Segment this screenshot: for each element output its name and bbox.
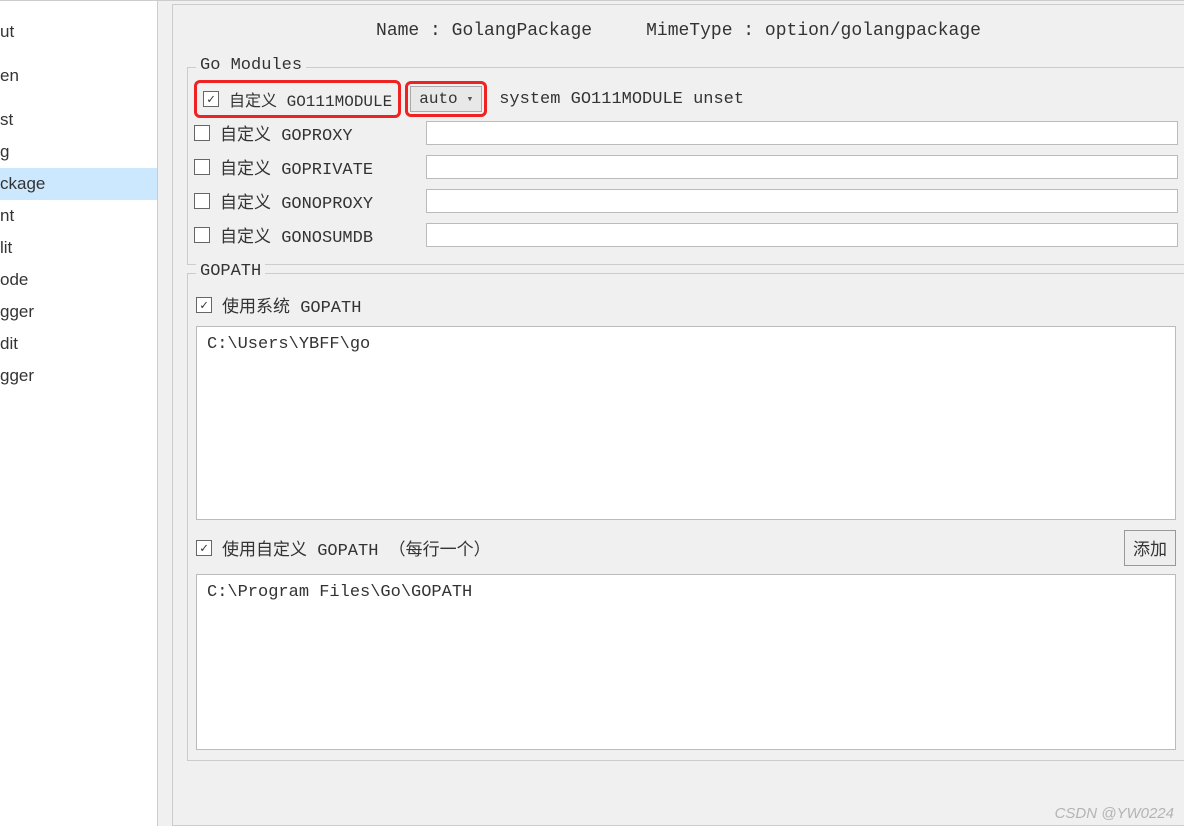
sidebar: ut en st g ckage nt lit ode gger dit gge… [0,0,158,826]
gonoproxy-checkbox[interactable] [194,193,210,209]
sidebar-item[interactable]: ut [0,16,157,48]
goproxy-checkbox[interactable] [194,125,210,141]
use-system-gopath-label: 使用系统 GOPATH [222,292,361,318]
sidebar-item[interactable]: g [0,136,157,168]
goprivate-checkbox[interactable] [194,159,210,175]
go-modules-fieldset: Go Modules 自定义 GO111MODULE auto ▾ system… [187,67,1184,265]
custom-gopath-textarea[interactable]: C:\Program Files\Go\GOPATH [196,574,1176,750]
use-custom-gopath-label: 使用自定义 GOPATH （每行一个） [222,535,491,561]
go111module-select[interactable]: auto ▾ [410,86,482,112]
sidebar-item[interactable]: en [0,60,157,92]
add-gopath-button[interactable]: 添加 [1124,530,1176,566]
name-value: GolangPackage [452,21,592,41]
sidebar-item-golangpackage[interactable]: ckage [0,168,157,200]
gonoproxy-input[interactable] [426,189,1178,213]
sidebar-item[interactable]: st [0,104,157,136]
sidebar-item[interactable]: gger [0,360,157,392]
sidebar-item[interactable]: ode [0,264,157,296]
sidebar-item[interactable]: dit [0,328,157,360]
gonosumdb-label: 自定义 GONOSUMDB [220,222,373,248]
go111module-hint: system GO111MODULE unset [499,90,744,109]
gopath-legend: GOPATH [196,262,265,281]
sidebar-item[interactable]: gger [0,296,157,328]
sidebar-item[interactable]: nt [0,200,157,232]
goproxy-input[interactable] [426,121,1178,145]
goprivate-input[interactable] [426,155,1178,179]
go111module-label: 自定义 GO111MODULE [229,87,392,111]
header: Name : GolangPackage MimeType : option/g… [173,21,1184,41]
use-system-gopath-checkbox[interactable] [196,297,212,313]
mimetype-label: MimeType : [646,21,765,41]
use-custom-gopath-checkbox[interactable] [196,540,212,556]
name-label: Name : [376,21,452,41]
mimetype-value: option/golangpackage [765,21,981,41]
main-panel: Name : GolangPackage MimeType : option/g… [158,0,1184,826]
sidebar-item[interactable] [0,48,157,60]
gonosumdb-input[interactable] [426,223,1178,247]
gopath-fieldset: GOPATH 使用系统 GOPATH C:\Users\YBFF\go 使用自定… [187,273,1184,761]
system-gopath-textarea[interactable]: C:\Users\YBFF\go [196,326,1176,520]
go111module-select-highlight: auto ▾ [405,81,487,117]
goproxy-label: 自定义 GOPROXY [220,120,353,146]
sidebar-item[interactable] [0,92,157,104]
chevron-down-icon: ▾ [467,92,474,106]
goprivate-label: 自定义 GOPRIVATE [220,154,373,180]
gonosumdb-checkbox[interactable] [194,227,210,243]
go-modules-legend: Go Modules [196,56,306,75]
go111module-checkbox[interactable] [203,91,219,107]
go111module-highlight: 自定义 GO111MODULE [194,80,401,118]
go111module-select-value: auto [419,90,457,108]
sidebar-item[interactable]: lit [0,232,157,264]
gonoproxy-label: 自定义 GONOPROXY [220,188,373,214]
